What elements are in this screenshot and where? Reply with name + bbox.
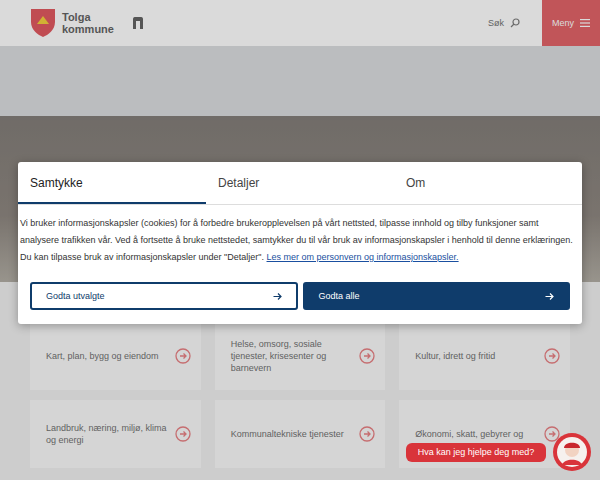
chat-avatar-icon[interactable] (552, 432, 592, 472)
dialog-tab[interactable]: Samtykke (18, 162, 206, 204)
arrow-icon (545, 292, 554, 301)
privacy-link[interactable]: Les mer om personvern og informasjonskap… (267, 252, 459, 262)
consent-button[interactable]: Godta alle (303, 282, 571, 310)
dialog-tabs: SamtykkeDetaljerOm (18, 162, 582, 205)
chat-bubble[interactable]: Hva kan jeg hjelpe deg med? (406, 443, 546, 462)
dialog-tab[interactable]: Detaljer (206, 162, 394, 204)
page: Tolgakommune Søk Meny Kart, plan, bygg o… (0, 0, 600, 480)
cookie-dialog: SamtykkeDetaljerOm Vi bruker informasjon… (18, 162, 582, 324)
consent-button[interactable]: Godta utvalgte (30, 282, 298, 310)
chat-widget[interactable]: Hva kan jeg hjelpe deg med? (406, 432, 592, 472)
consent-text: Vi bruker informasjonskapsler (cookies) … (18, 205, 582, 266)
dialog-tab[interactable]: Om (394, 162, 582, 204)
arrow-icon (273, 292, 282, 301)
